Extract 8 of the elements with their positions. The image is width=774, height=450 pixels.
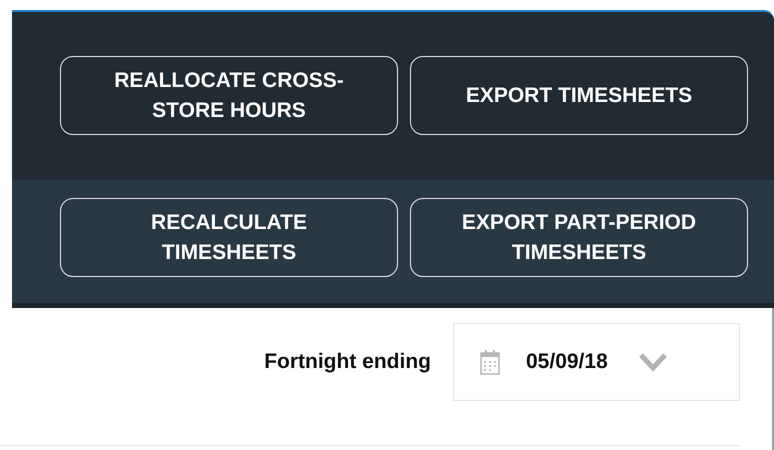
action-button[interactable]: EXPORT PART-PERIOD TIMESHEETS [410, 198, 748, 277]
action-button[interactable]: EXPORT TIMESHEETS [410, 56, 748, 135]
calendar-icon [480, 349, 500, 375]
chevron-down-icon [638, 352, 668, 372]
action-button[interactable]: REALLOCATE CROSS- STORE HOURS [60, 56, 398, 135]
filter-label: Fortnight ending [264, 350, 431, 374]
date-dropdown[interactable]: 05/09/18 [453, 323, 740, 401]
action-button[interactable]: RECALCULATE TIMESHEETS [60, 198, 398, 277]
